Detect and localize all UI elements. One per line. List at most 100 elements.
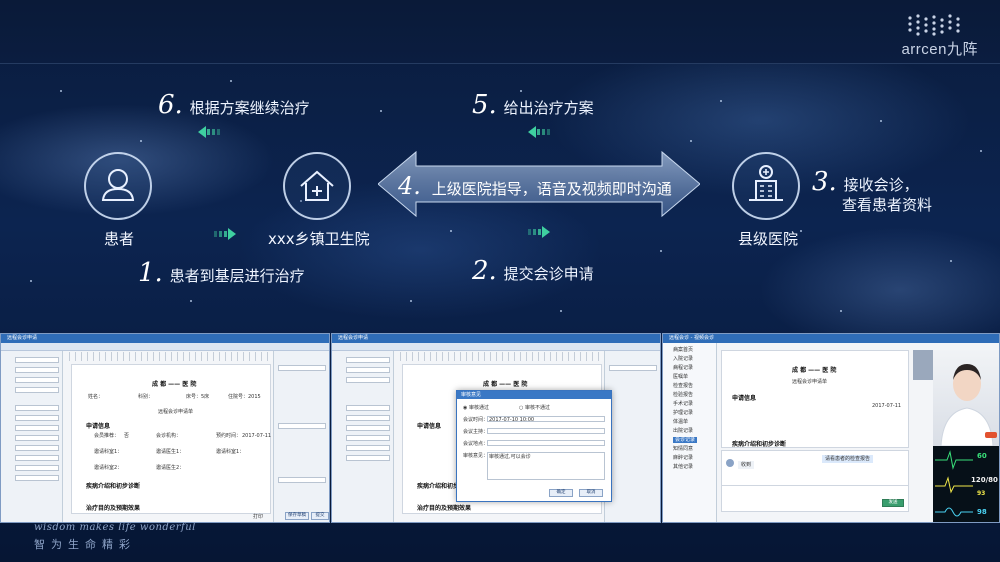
hospital-name: 成 都 —— 医 院 [152,381,197,388]
radio-fail[interactable]: ○ 审核不通过 [519,405,550,411]
section-goal: 治疗目的及预期效果 [86,505,141,512]
consult-request-screen: 远程会诊申请 成 都 —— 医 院 姓名： 科别： 床号：5床 住院号：2015… [0,333,330,523]
info-field[interactable] [346,367,390,373]
info-field[interactable] [15,377,59,383]
info-field[interactable] [15,357,59,363]
time-label: 会议时间： [463,417,489,423]
section-diagnosis: 疾病介绍和初步诊断 [732,441,787,448]
window-title: 远程会诊申请 [7,335,38,341]
row-label: 邀请科室2： [94,465,123,471]
ruler [400,352,604,361]
confirm-button[interactable]: 确定 [549,489,573,497]
print-button[interactable]: 打印 [253,514,263,520]
review-panel [604,351,660,522]
status-field[interactable] [278,365,326,371]
info-field[interactable] [15,445,59,451]
info-field[interactable] [15,455,59,461]
radio-pass[interactable]: ◉ 审核通过 [463,405,489,411]
menu-item[interactable]: 检查报告 [673,383,693,389]
ecg-wave-icon [935,450,973,517]
menu-item[interactable]: 病案首页 [673,347,693,353]
menu-item-selected[interactable]: 会诊记录 [673,437,698,443]
status-field[interactable] [278,423,326,429]
arrow-left-icon [198,126,220,138]
info-field[interactable] [15,367,59,373]
step-4-text: 上级医院指导，语音及视频即时沟通 [431,180,672,198]
window-titlebar: 远程会诊 - 视频会诊 [663,334,999,343]
clinic-label: xxx乡镇卫生院 [268,230,370,248]
save-draft-button[interactable]: 保存草稿 [285,512,309,520]
patient-label: 患者 [104,230,135,248]
time-value: 2017-07-10 10:00 [489,417,535,423]
place-input[interactable] [487,440,605,446]
info-field[interactable] [346,435,390,441]
step-4: 4. 上级医院指导，语音及视频即时沟通 [398,172,672,200]
row-label: 邀请医生2： [156,465,185,471]
menu-item[interactable]: 入院记录 [673,356,693,362]
info-field[interactable] [346,445,390,451]
menu-item[interactable]: 体温单 [673,419,688,425]
video-consult-screen: 远程会诊 - 视频会诊 病案首页 入院记录 病程记录 医嘱单 检查报告 检验报告… [662,333,1000,523]
info-field[interactable] [346,425,390,431]
menu-item[interactable]: 检验报告 [673,392,693,398]
menu-item[interactable]: 护理记录 [673,410,693,416]
submit-button[interactable]: 提交 [311,512,329,520]
menu-item[interactable]: 其他记录 [673,464,693,470]
menu-item[interactable]: 出院记录 [673,428,693,434]
radio-fail-label: 审核不通过 [524,405,550,411]
house-icon [300,170,334,201]
step-6-number: 6. [158,90,183,120]
step-2-number: 2. [472,256,497,286]
arrow-right-icon [214,228,236,240]
info-field[interactable] [15,425,59,431]
info-field[interactable] [15,415,59,421]
send-button[interactable]: 发送 [882,499,904,507]
info-field[interactable] [15,387,59,393]
hospital-node [732,152,800,220]
slogan: 智为生命精彩 [34,538,136,551]
step-3-text: 接收会诊， [843,176,919,194]
status-field[interactable] [278,477,326,483]
info-field[interactable] [346,405,390,411]
info-field[interactable] [15,465,59,471]
info-field[interactable] [346,455,390,461]
info-field[interactable] [15,435,59,441]
section-apply-info: 申请信息 [86,423,111,430]
cancel-button[interactable]: 取消 [579,489,603,497]
date-value: 2017-07-11 [872,403,902,409]
info-field[interactable] [346,415,390,421]
dialog-titlebar: 审核意见 [457,391,611,399]
toolbar [332,343,660,351]
step-3-number: 3. [812,167,837,197]
place-label: 会议地点： [463,441,489,447]
tagline: wisdom makes life wonderful [34,522,196,533]
dialog-title: 审核意见 [461,392,482,398]
info-field[interactable] [346,357,390,363]
brand-logo-text: arrcen九阵 [901,41,978,58]
chair-input[interactable] [487,428,605,434]
row-label: 会员推荐： [94,433,120,439]
arrcen-logo-mark [908,14,960,36]
status-field[interactable] [609,365,657,371]
section-apply-info: 申请信息 [417,423,442,430]
step-2: 2. 提交会诊申请 [472,256,594,286]
info-field[interactable] [15,475,59,481]
window-titlebar: 远程会诊申请 [332,334,660,343]
menu-item[interactable]: 手术记录 [673,401,693,407]
step-3: 3. 接收会诊， 查看患者资料 [812,169,932,215]
menu-item[interactable]: 医嘱单 [673,374,688,380]
chat-panel: 收到 请看患者的检查报告 发送 [721,450,909,512]
patient-node [84,152,152,220]
consult-review-screen: 远程会诊申请 成 都 —— 医 院 申请信息 疾病介绍和初步诊断 治疗目的及预期… [331,333,661,523]
toolbar [1,343,329,351]
patient-info-panel [332,351,394,522]
heart-rate-value: 60 [977,452,987,460]
info-field[interactable] [346,377,390,383]
menu-item[interactable]: 知情同意 [673,446,693,452]
menu-item[interactable]: 病程记录 [673,365,693,371]
date-field[interactable] [15,405,59,411]
menu-item[interactable]: 麻醉记录 [673,455,693,461]
doc-admission-label: 住院号：2015 [228,394,261,400]
vital-monitor: 60 120/80 93 98 [933,446,999,522]
step-6-text: 根据方案继续治疗 [189,99,310,117]
